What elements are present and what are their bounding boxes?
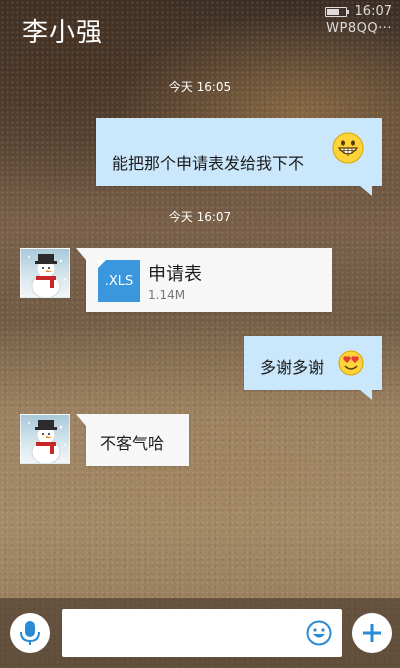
file-extension: .XLS bbox=[104, 273, 134, 289]
message-timestamp: 今天 16:05 bbox=[168, 80, 232, 94]
contact-name[interactable]: 李小强 bbox=[22, 12, 103, 49]
battery-icon bbox=[324, 6, 349, 17]
incoming-file-message[interactable]: .XLS 申请表 1.14M bbox=[76, 248, 332, 312]
message-text: 不客气哈 bbox=[100, 434, 165, 453]
avatar[interactable] bbox=[20, 414, 70, 464]
avatar[interactable] bbox=[20, 248, 70, 298]
message-input[interactable] bbox=[62, 609, 342, 657]
microphone-icon bbox=[20, 621, 40, 645]
heart-eyes-face-icon bbox=[338, 350, 364, 380]
smiley-icon bbox=[306, 620, 332, 646]
plus-icon bbox=[363, 624, 381, 642]
xls-file-icon: .XLS bbox=[98, 260, 140, 302]
grinning-face-icon bbox=[332, 132, 364, 168]
status-account: WP8QQ··· bbox=[326, 21, 392, 36]
outgoing-message[interactable]: 多谢多谢 bbox=[244, 336, 382, 400]
file-name: 申请表 bbox=[148, 264, 202, 285]
file-size: 1.14M bbox=[148, 288, 186, 302]
status-bar: 16:07 WP8QQ··· bbox=[324, 4, 392, 36]
message-text: 多谢多谢 bbox=[260, 358, 325, 377]
emoji-picker-button[interactable] bbox=[306, 620, 332, 650]
voice-button[interactable] bbox=[10, 613, 50, 653]
message-timestamp: 今天 16:07 bbox=[168, 210, 232, 224]
incoming-message[interactable]: 不客气哈 bbox=[76, 414, 189, 466]
outgoing-message[interactable]: 能把那个申请表发给我下不 bbox=[96, 118, 382, 196]
status-time: 16:07 bbox=[354, 4, 392, 19]
chat-header: 李小强 16:07 WP8QQ··· bbox=[0, 0, 400, 54]
snowman-icon bbox=[28, 420, 66, 463]
add-button[interactable] bbox=[352, 613, 392, 653]
snowman-icon bbox=[28, 254, 66, 297]
message-text: 能把那个申请表发给我下不 bbox=[112, 154, 305, 173]
